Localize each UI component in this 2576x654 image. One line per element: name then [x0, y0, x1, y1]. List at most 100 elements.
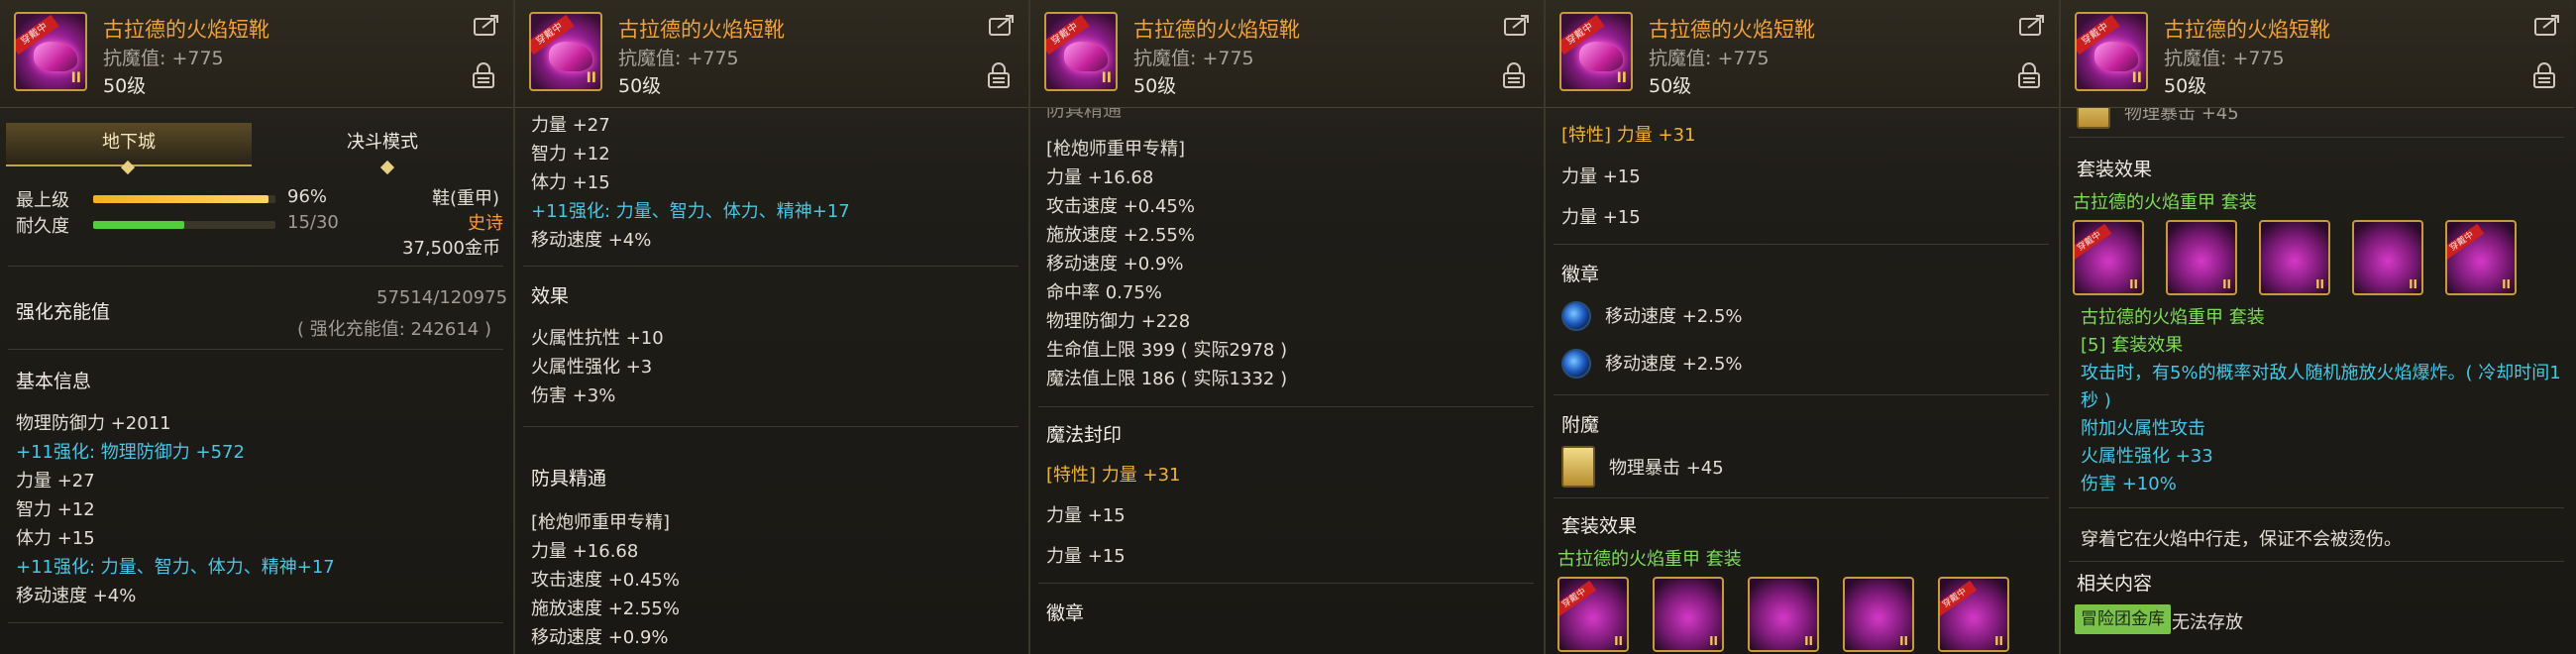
set-item-slot[interactable]: 穿戴中 II [1938, 577, 2009, 652]
stat-line: +11强化: 力量、智力、体力、精神+17 [16, 557, 335, 578]
rank-glyph: II [1614, 634, 1623, 648]
set-item-slot[interactable]: II [1843, 577, 1914, 652]
magic-seal-title: 魔法封印 [1046, 424, 1123, 446]
divider [523, 266, 1019, 267]
grade-label: 最上级 [16, 190, 69, 211]
seal-line: 力量 +15 [1561, 207, 1641, 228]
grade-bar [93, 195, 275, 203]
item-tooltip-strip: 穿戴中 II 古拉德的火焰短靴 抗魔值: +775 50级 地下城 决斗模式 最… [0, 0, 2576, 654]
item-name: 古拉德的火焰短靴 [103, 18, 269, 42]
rank-glyph: II [1899, 634, 1908, 648]
item-rarity: 史诗 [468, 213, 503, 234]
set-item-slot[interactable]: II [2259, 220, 2330, 295]
rank-glyph: II [2315, 277, 2324, 291]
set-item-slot[interactable]: II [1748, 577, 1819, 652]
stat-line: 体力 +15 [531, 172, 610, 193]
set-bonus-line: 伤害 +10% [2081, 474, 2177, 494]
tooltip-body: 地下城 决斗模式 最上级 96% 耐久度 15/30 鞋(重甲) 史诗 37,5… [0, 107, 513, 654]
item-header: 穿戴中 II 古拉德的火焰短靴 抗魔值: +775 50级 [515, 0, 1028, 108]
tab-pvp[interactable]: 决斗模式 [260, 123, 505, 164]
item-header: 穿戴中 II 古拉德的火焰短靴 抗魔值: +775 50级 [1030, 0, 1544, 108]
effect-line: 伤害 +3% [531, 385, 616, 406]
tooltip-panel-2: 穿戴中 II 古拉德的火焰短靴 抗魔值: +775 50级 力量 +27 智力 … [515, 0, 1030, 654]
item-level: 50级 [103, 75, 147, 97]
share-icon[interactable] [474, 14, 499, 36]
divider [1554, 244, 2049, 245]
magic-resist: 抗魔值: +775 [1649, 48, 1770, 69]
set-item-slot[interactable]: II [2352, 220, 2423, 295]
set-item-slot[interactable]: 穿戴中 II [1557, 577, 1629, 652]
mastery-line: 力量 +16.68 [531, 541, 639, 562]
durability-bar-fill [93, 221, 184, 229]
boots-item-icon: 穿戴中 II [1044, 12, 1118, 91]
tooltip-panel-1: 穿戴中 II 古拉德的火焰短靴 抗魔值: +775 50级 地下城 决斗模式 最… [0, 0, 515, 654]
stat-line: 移动速度 +4% [16, 586, 137, 606]
rank-glyph: II [2131, 70, 2142, 86]
mastery-line: 力量 +16.68 [1046, 167, 1154, 188]
set-bonus-line: 攻击时，有5%的概率对敌人随机施放火焰爆炸。( 冷却时间1 [2081, 363, 2561, 383]
rank-glyph: II [586, 70, 596, 86]
item-header: 穿戴中 II 古拉德的火焰短靴 抗魔值: +775 50级 [1546, 0, 2059, 108]
rank-glyph: II [1709, 634, 1718, 648]
stat-line: 移动速度 +4% [531, 230, 652, 251]
tooltip-body: 防具精通 [枪炮师重甲专精] 力量 +16.68 攻击速度 +0.45% 施放速… [1030, 107, 1544, 654]
set-name-2: 古拉德的火焰重甲 套装 [2081, 307, 2265, 328]
lock-icon[interactable] [1502, 61, 1526, 89]
mastery-line: 生命值上限 399 ( 实际2978 ) [1046, 340, 1288, 361]
share-icon[interactable] [2019, 14, 2045, 36]
reinforce-sub: ( 强化充能值: 242614 ) [297, 319, 491, 340]
enchant-title: 附魔 [1561, 414, 1600, 436]
item-name: 古拉德的火焰短靴 [618, 18, 785, 42]
enchant-line-cut: 物理暴击 +45 [2124, 107, 2239, 124]
set-item-slot[interactable]: II [2166, 220, 2237, 295]
set-name: 古拉德的火焰重甲 套装 [2073, 188, 2257, 214]
mastery-line: 移动速度 +0.9% [1046, 254, 1184, 274]
share-icon[interactable] [1504, 14, 1530, 36]
divider [2069, 507, 2564, 508]
equipped-tag: 穿戴中 [2075, 223, 2112, 261]
seal-line: 力量 +15 [1046, 546, 1126, 567]
stat-line: 力量 +27 [16, 471, 95, 491]
seal-line: [特性] 力量 +31 [1561, 125, 1696, 146]
boots-graphic [34, 42, 77, 71]
tooltip-body: [特性] 力量 +31 力量 +15 力量 +15 徽章 移动速度 +2.5% … [1546, 107, 2059, 654]
lock-icon[interactable] [2017, 61, 2041, 89]
boots-graphic [1064, 42, 1108, 71]
set-bonus-line: 秒 ) [2081, 390, 2111, 411]
blue-emblem-icon [1561, 349, 1591, 379]
boots-item-icon: 穿戴中 II [529, 12, 602, 91]
lock-icon[interactable] [987, 61, 1011, 89]
equipped-tag: 穿戴中 [1559, 580, 1597, 617]
set-item-slot[interactable]: II [1653, 577, 1724, 652]
divider [2069, 561, 2564, 562]
mastery-line: 攻击速度 +0.45% [1046, 196, 1195, 217]
effect-line: 火属性强化 +3 [531, 357, 653, 378]
share-icon[interactable] [2534, 14, 2560, 36]
rank-glyph: II [1994, 634, 2003, 648]
divider [8, 349, 503, 350]
divider [1554, 394, 2049, 395]
magic-resist: 抗魔值: +775 [2164, 48, 2285, 69]
item-price: 37,500金币 [402, 238, 500, 259]
rank-glyph: II [1616, 70, 1627, 86]
set-name: 古拉德的火焰重甲 套装 [1557, 545, 1742, 571]
set-name-text: 古拉德的火焰重甲 [1557, 549, 1700, 570]
set-item-slot[interactable]: 穿戴中 II [2073, 220, 2144, 295]
stat-line: 体力 +15 [16, 528, 95, 549]
stat-line: +11强化: 力量、智力、体力、精神+17 [531, 201, 850, 222]
set-item-slot[interactable]: 穿戴中 II [2445, 220, 2517, 295]
set-bonus-line: 火属性强化 +33 [2081, 446, 2213, 467]
share-icon[interactable] [989, 14, 1015, 36]
boots-graphic [2094, 42, 2138, 71]
lock-icon[interactable] [472, 61, 495, 89]
item-level: 50级 [2164, 75, 2207, 97]
divider [1554, 497, 2049, 498]
rank-glyph: II [1101, 70, 1112, 86]
flavor-text: 穿着它在火焰中行走，保证不会被烫伤。 [2081, 529, 2402, 550]
reinforce-value: 57514/120975 [376, 287, 508, 308]
lock-icon[interactable] [2532, 61, 2556, 89]
tab-dungeon[interactable]: 地下城 [6, 123, 252, 166]
mastery-line: 命中率 0.75% [1046, 282, 1162, 303]
divider [523, 426, 1019, 427]
seal-line: [特性] 力量 +31 [1046, 465, 1181, 486]
